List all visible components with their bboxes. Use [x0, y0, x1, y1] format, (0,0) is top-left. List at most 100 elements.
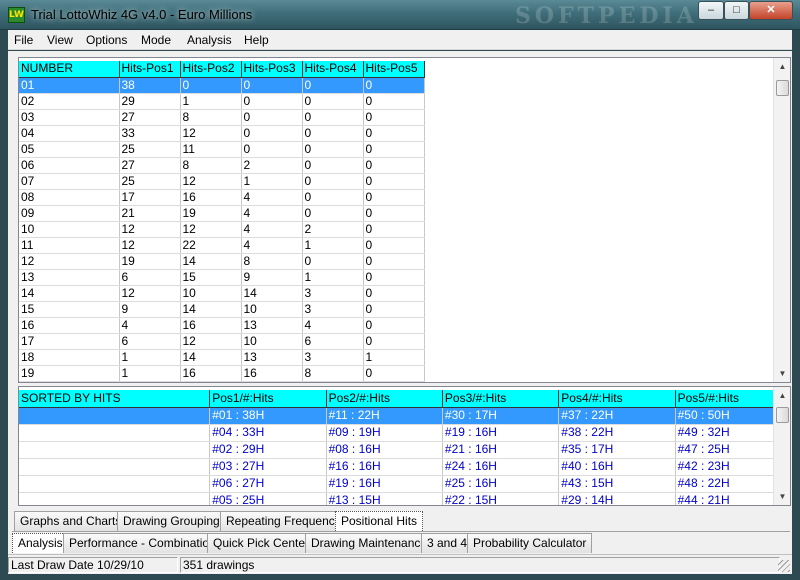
table-cell: #13 : 15H: [326, 492, 443, 505]
table-cell: 12: [180, 173, 242, 190]
tab-positional-hits[interactable]: Positional Hits: [335, 511, 424, 531]
grid-header-row: NUMBER Hits-Pos1 Hits-Pos2 Hits-Pos3 Hits-Po…: [19, 61, 425, 78]
table-cell: #05 : 25H: [209, 492, 327, 505]
positional-hits-grid[interactable]: NUMBER Hits-Pos1 Hits-Pos2 Hits-Pos3 Hits-Po…: [18, 57, 791, 383]
tab-3-and-4[interactable]: 3 and 4: [421, 533, 474, 553]
table-row[interactable]: 10 12 12 4 2 0: [19, 221, 425, 238]
table-cell: #01 : 38H: [209, 407, 327, 425]
tab-performance-combinations[interactable]: Performance - Combinations: [63, 533, 228, 553]
sorted-by-hits-grid[interactable]: SORTED BY HITS Pos1/#:Hits Pos2/#:Hits Pos3…: [18, 386, 791, 506]
table-cell: 14: [19, 285, 120, 302]
table-row[interactable]: 07 25 12 1 0 0: [19, 173, 425, 190]
scroll-down-arrow-icon[interactable]: ▼: [774, 365, 790, 382]
table-cell: 16: [180, 189, 242, 206]
grid-header-row: SORTED BY HITS Pos1/#:Hits Pos2/#:Hits Pos3…: [19, 390, 790, 408]
table-cell: 0: [363, 205, 425, 222]
scroll-thumb[interactable]: [776, 407, 789, 423]
minimize-button[interactable]: ‒: [698, 1, 724, 20]
table-row[interactable]: 14 12 10 14 3 0: [19, 285, 425, 302]
table-row[interactable]: #06 : 27H #19 : 16H #25 : 16H #43 : 15H #48 …: [19, 475, 790, 493]
column-header[interactable]: Pos3/#:Hits: [442, 390, 560, 408]
column-header[interactable]: Hits-Pos2: [180, 61, 242, 78]
table-row[interactable]: #05 : 25H #13 : 15H #22 : 15H #29 : 14H #44 …: [19, 492, 790, 505]
table-cell: 11: [19, 237, 120, 254]
table-cell: 0: [302, 125, 364, 142]
table-cell: 3: [302, 349, 364, 366]
table-row[interactable]: 06 27 8 2 0 0: [19, 157, 425, 174]
table-row[interactable]: 08 17 16 4 0 0: [19, 189, 425, 206]
menu-file[interactable]: File: [14, 33, 33, 47]
table-cell: 18: [19, 349, 120, 366]
table-cell: #22 : 15H: [442, 492, 560, 505]
column-header[interactable]: Hits-Pos5: [363, 61, 425, 78]
column-header[interactable]: Pos4/#:Hits: [558, 390, 676, 408]
title-bar[interactable]: LW Trial LottoWhiz 4G v4.0 - Euro Millio…: [0, 0, 800, 30]
tab-repeating-frequency[interactable]: Repeating Frequency: [220, 511, 347, 531]
table-row[interactable]: 12 19 14 8 0 0: [19, 253, 425, 270]
table-row[interactable]: 05 25 11 0 0 0: [19, 141, 425, 158]
tab-probability-calculator[interactable]: Probability Calculator: [467, 533, 593, 553]
grid-bottom-scrollbar[interactable]: ▲ ▼: [773, 387, 790, 505]
table-cell: 0: [241, 141, 303, 158]
column-header[interactable]: Hits-Pos1: [119, 61, 181, 78]
grid-top-scrollbar[interactable]: ▲ ▼: [773, 58, 790, 382]
column-header[interactable]: Hits-Pos4: [302, 61, 364, 78]
table-row[interactable]: 19 1 16 16 8 0: [19, 365, 425, 382]
table-cell: 0: [363, 317, 425, 334]
maximize-button[interactable]: □: [724, 1, 749, 20]
table-cell: 8: [302, 365, 364, 382]
table-row[interactable]: 09 21 19 4 0 0: [19, 205, 425, 222]
table-row[interactable]: #03 : 27H #16 : 16H #24 : 16H #40 : 16H #42 …: [19, 458, 790, 476]
table-cell: [19, 458, 211, 476]
menu-analysis[interactable]: Analysis: [187, 33, 232, 47]
table-row[interactable]: 11 12 22 4 1 0: [19, 237, 425, 254]
resize-grip-icon[interactable]: [778, 560, 790, 572]
table-row[interactable]: 01 38 0 0 0 0: [19, 77, 425, 94]
table-row[interactable]: #02 : 29H #08 : 16H #21 : 16H #35 : 17H #47 …: [19, 441, 790, 459]
table-row[interactable]: 04 33 12 0 0 0: [19, 125, 425, 142]
table-row[interactable]: #04 : 33H #09 : 19H #19 : 16H #38 : 22H #49 …: [19, 424, 790, 442]
table-cell: 15: [19, 301, 120, 318]
column-header[interactable]: Pos1/#:Hits: [209, 390, 327, 408]
table-cell: 07: [19, 173, 120, 190]
tab-drawing-groupings[interactable]: Drawing Groupings: [117, 511, 232, 531]
table-cell: 6: [119, 269, 181, 286]
table-cell: 17: [19, 333, 120, 350]
client-area: NUMBER Hits-Pos1 Hits-Pos2 Hits-Pos3 Hits-Po…: [8, 51, 792, 554]
table-row[interactable]: 02 29 1 0 0 0: [19, 93, 425, 110]
table-row[interactable]: 17 6 12 10 6 0: [19, 333, 425, 350]
menu-options[interactable]: Options: [86, 33, 127, 47]
table-row[interactable]: 03 27 8 0 0 0: [19, 109, 425, 126]
menu-mode[interactable]: Mode: [141, 33, 171, 47]
close-button[interactable]: ✕: [749, 1, 793, 20]
table-cell: 10: [241, 301, 303, 318]
table-row[interactable]: 13 6 15 9 1 0: [19, 269, 425, 286]
column-header[interactable]: Pos2/#:Hits: [326, 390, 443, 408]
table-cell: 0: [241, 93, 303, 110]
table-cell: #11 : 22H: [326, 407, 443, 425]
table-cell: 10: [241, 333, 303, 350]
scroll-up-arrow-icon[interactable]: ▲: [774, 58, 790, 75]
tab-graphs-and-charts[interactable]: Graphs and Charts: [14, 511, 128, 531]
menu-view[interactable]: View: [47, 33, 73, 47]
table-cell: 14: [180, 349, 242, 366]
table-cell: 15: [180, 269, 242, 286]
table-cell: 8: [180, 109, 242, 126]
table-row[interactable]: 16 4 16 13 4 0: [19, 317, 425, 334]
table-row[interactable]: 18 1 14 13 3 1: [19, 349, 425, 366]
tab-analysis[interactable]: Analysis: [12, 533, 69, 553]
menu-help[interactable]: Help: [244, 33, 269, 47]
table-cell: 27: [119, 109, 181, 126]
table-cell: 13: [241, 349, 303, 366]
column-header[interactable]: Hits-Pos3: [241, 61, 303, 78]
scroll-thumb[interactable]: [776, 80, 789, 96]
scroll-down-arrow-icon[interactable]: ▼: [774, 488, 790, 505]
table-row[interactable]: 15 9 14 10 3 0: [19, 301, 425, 318]
positional-hits-table: NUMBER Hits-Pos1 Hits-Pos2 Hits-Pos3 Hits-Po…: [19, 61, 425, 382]
column-header[interactable]: NUMBER: [19, 61, 120, 78]
scroll-up-arrow-icon[interactable]: ▲: [774, 387, 790, 404]
column-header[interactable]: SORTED BY HITS: [19, 390, 211, 408]
table-row[interactable]: #01 : 38H #11 : 22H #30 : 17H #37 : 22H #50 …: [19, 407, 790, 425]
tab-quick-pick-center[interactable]: Quick Pick Center: [207, 533, 316, 553]
tab-drawing-maintenance[interactable]: Drawing Maintenance: [305, 533, 434, 553]
